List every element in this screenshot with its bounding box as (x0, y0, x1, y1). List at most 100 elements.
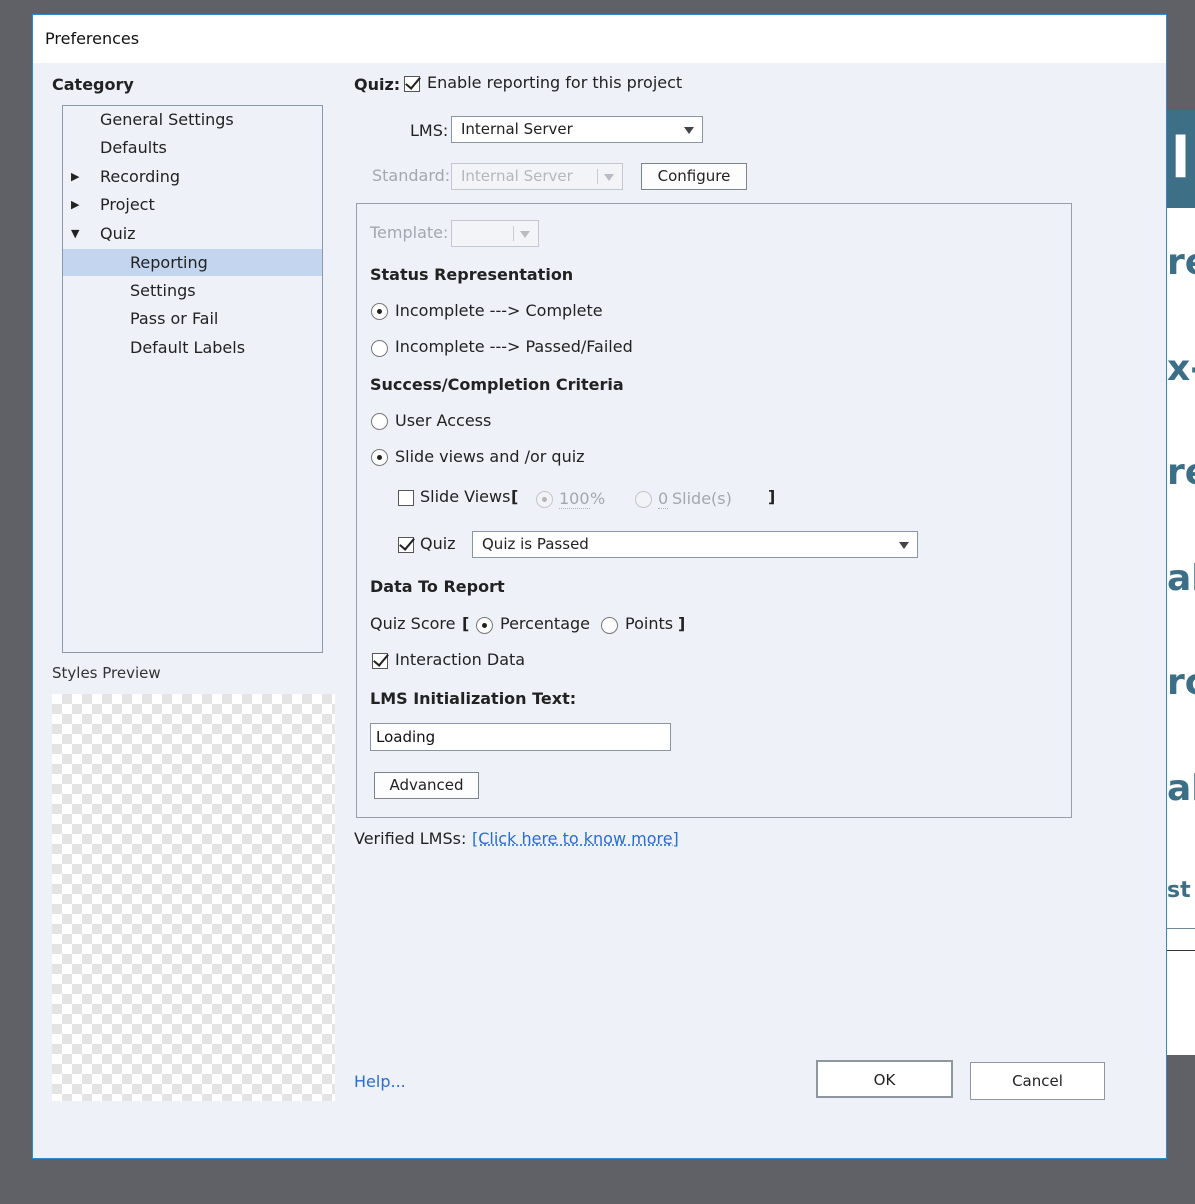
category-tree[interactable]: General Settings Defaults ▶ Recording ▶ … (62, 105, 323, 653)
quiz-criteria-select[interactable]: Quiz is Passed (472, 531, 918, 558)
cancel-button[interactable]: Cancel (970, 1062, 1105, 1100)
slide-views-label: Slide Views (420, 487, 511, 506)
template-select[interactable] (451, 220, 539, 247)
data-report-heading: Data To Report (370, 577, 505, 596)
dropdown-arrow-icon (520, 231, 530, 238)
preferences-dialog: Preferences Category General Settings De… (32, 14, 1167, 1159)
tree-item-recording[interactable]: ▶ Recording (63, 163, 322, 190)
tree-item-label: Recording (100, 167, 181, 186)
tree-item-label: Project (100, 195, 155, 214)
tree-item-project[interactable]: ▶ Project (63, 191, 322, 218)
slide-views-quiz-radio[interactable] (371, 449, 388, 466)
slide-views-count-unit: Slide(s) (672, 489, 732, 508)
slide-views-open-bracket: [ (511, 487, 519, 506)
background-fragment: al (1167, 558, 1195, 599)
percentage-radio[interactable] (476, 617, 493, 634)
background-fragment: al (1167, 768, 1195, 809)
interaction-data-checkbox[interactable] (372, 653, 388, 669)
slide-views-percent-unit: % (590, 489, 606, 508)
quiz-criteria-checkbox[interactable] (398, 537, 414, 553)
slide-views-quiz-label: Slide views and /or quiz (395, 447, 585, 466)
enable-reporting-label: Enable reporting for this project (427, 73, 683, 92)
dropdown-arrow-icon (899, 542, 909, 549)
styles-preview-label: Styles Preview (52, 664, 161, 682)
lms-init-text-input[interactable]: Loading (370, 723, 671, 751)
configure-button[interactable]: Configure (641, 163, 747, 190)
tree-item-label: Reporting (130, 253, 208, 272)
background-fragment: rc (1167, 662, 1195, 703)
quiz-score-label: Quiz Score (370, 614, 456, 633)
standard-select[interactable]: Internal Server (451, 163, 623, 190)
user-access-radio[interactable] (371, 413, 388, 430)
expand-arrow-icon[interactable]: ▶ (71, 163, 79, 190)
slide-views-count-radio[interactable] (635, 491, 652, 508)
standard-value: Internal Server (461, 167, 573, 185)
ok-button[interactable]: OK (816, 1060, 953, 1098)
tree-item-general-settings[interactable]: General Settings (63, 106, 322, 133)
criteria-heading: Success/Completion Criteria (370, 375, 624, 394)
slide-views-percent-value[interactable]: 100 (559, 489, 590, 509)
collapse-arrow-icon[interactable]: ▼ (71, 220, 79, 247)
tree-item-defaults[interactable]: Defaults (63, 134, 322, 161)
verified-lms-label: Verified LMSs: (354, 829, 467, 848)
tree-item-settings[interactable]: Settings (63, 277, 322, 304)
background-header: l (1167, 110, 1195, 208)
status-complete-radio[interactable] (371, 303, 388, 320)
standard-label: Standard: (372, 166, 451, 185)
styles-preview-canvas (52, 694, 335, 1101)
title-bar: Preferences (33, 15, 1166, 63)
help-link[interactable]: Help... (354, 1072, 406, 1091)
quiz-score-open-bracket: [ (462, 614, 470, 633)
slide-views-count-value[interactable]: 0 (658, 489, 669, 509)
lms-init-heading: LMS Initialization Text: (370, 689, 577, 708)
advanced-button[interactable]: Advanced (374, 772, 479, 799)
background-fragment: st l (1167, 878, 1195, 903)
lms-select[interactable]: Internal Server (451, 116, 703, 143)
tree-item-label: Settings (130, 281, 196, 300)
verified-lms-link[interactable]: [Click here to know more] (472, 829, 679, 848)
quiz-score-close-bracket: ] (678, 614, 686, 633)
tree-item-label: Quiz (100, 224, 136, 243)
slide-views-percent-radio[interactable] (536, 491, 553, 508)
status-complete-label: Incomplete ---> Complete (395, 301, 603, 320)
tree-item-default-labels[interactable]: Default Labels (63, 334, 322, 361)
select-separator (513, 226, 514, 241)
expand-arrow-icon[interactable]: ▶ (71, 191, 79, 218)
dropdown-arrow-icon (604, 174, 614, 181)
tree-item-reporting[interactable]: Reporting (63, 249, 322, 276)
interaction-data-label: Interaction Data (395, 650, 526, 669)
status-heading: Status Representation (370, 265, 574, 284)
tree-item-label: Default Labels (130, 338, 246, 357)
quiz-criteria-label: Quiz (420, 534, 456, 553)
background-divider (1167, 928, 1195, 929)
tree-item-pass-or-fail[interactable]: Pass or Fail (63, 305, 322, 332)
percentage-label: Percentage (500, 614, 591, 633)
points-label: Points (625, 614, 674, 633)
background-fragment: l (1171, 126, 1191, 191)
background-divider (1167, 950, 1195, 951)
dropdown-arrow-icon (684, 127, 694, 134)
tree-item-label: Pass or Fail (130, 309, 219, 328)
status-passed-failed-label: Incomplete ---> Passed/Failed (395, 337, 633, 356)
status-passed-failed-radio[interactable] (371, 340, 388, 357)
slide-views-checkbox[interactable] (398, 490, 414, 506)
select-separator (597, 169, 598, 184)
lms-value: Internal Server (461, 120, 573, 138)
lms-label: LMS: (410, 121, 449, 140)
user-access-label: User Access (395, 411, 492, 430)
enable-reporting-checkbox[interactable] (404, 76, 420, 92)
background-fragment: re (1167, 452, 1195, 493)
quiz-label: Quiz: (354, 75, 401, 94)
points-radio[interactable] (601, 617, 618, 634)
slide-views-close-bracket: ] (768, 487, 776, 506)
tree-item-label: Defaults (100, 138, 167, 157)
background-fragment: re (1167, 242, 1195, 283)
lms-init-text-value: Loading (376, 728, 436, 746)
template-label: Template: (370, 223, 449, 242)
tree-item-quiz[interactable]: ▼ Quiz (63, 220, 322, 247)
category-label: Category (52, 75, 134, 94)
quiz-criteria-value: Quiz is Passed (482, 535, 589, 553)
background-fragment: x- (1167, 348, 1195, 389)
window-title: Preferences (45, 29, 140, 48)
tree-item-label: General Settings (100, 110, 234, 129)
